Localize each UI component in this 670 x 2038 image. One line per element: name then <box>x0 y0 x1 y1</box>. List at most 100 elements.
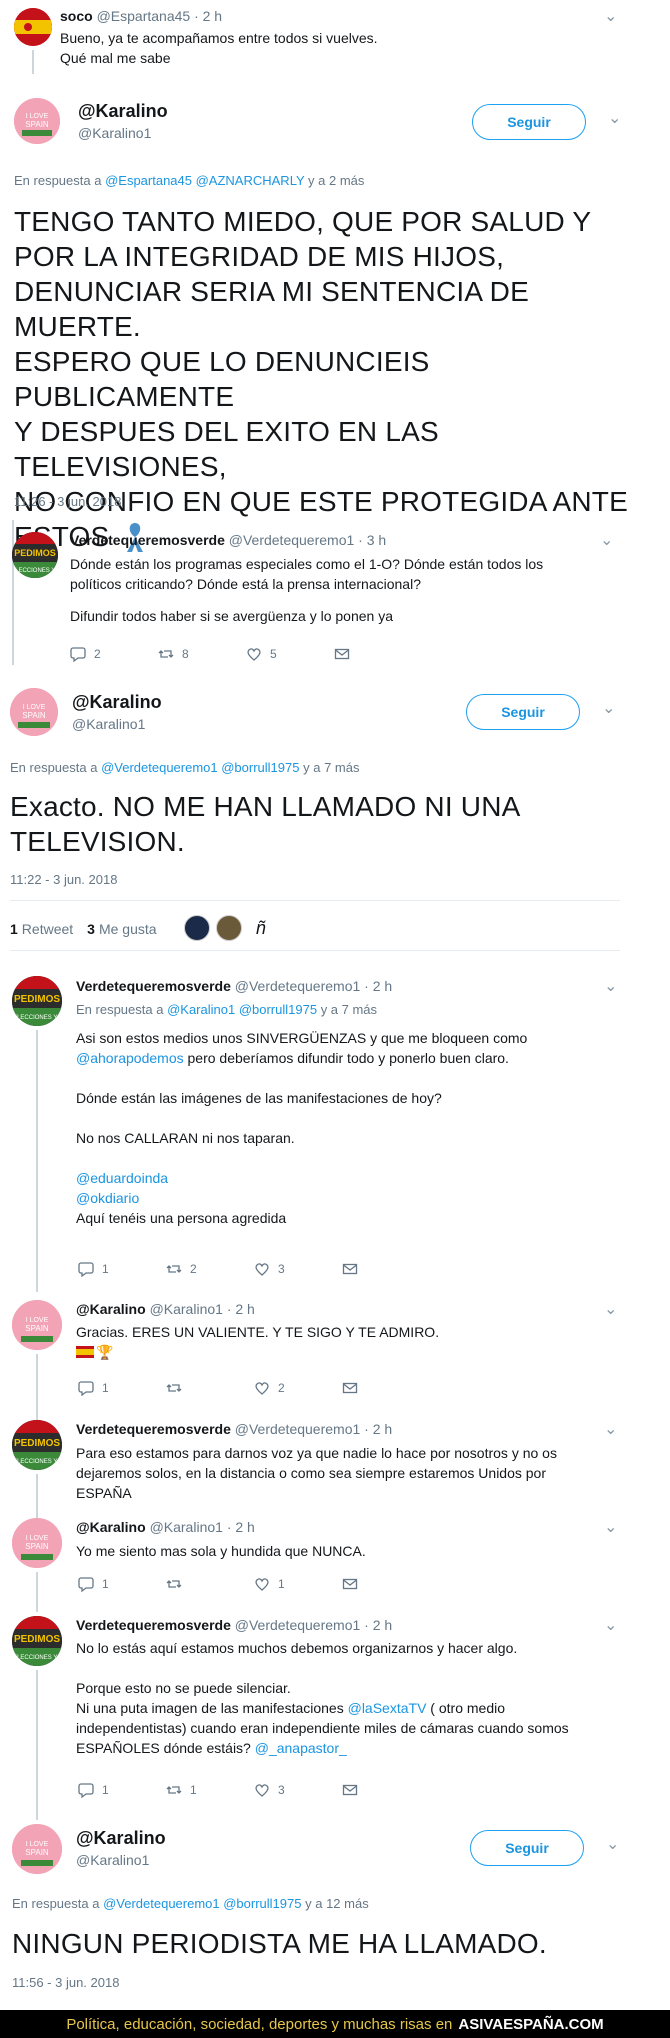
tweet-text-line: Qué mal me sabe <box>60 50 171 66</box>
author-handle[interactable]: @Karalino1 <box>72 716 145 732</box>
tweet-time[interactable]: · 2 h <box>194 8 222 24</box>
chevron-down-icon[interactable]: ⌄ <box>606 1834 619 1854</box>
chevron-down-icon[interactable]: ⌄ <box>604 976 617 996</box>
reply-suffix[interactable]: y a 2 más <box>308 173 364 188</box>
avatar[interactable]: PEDIMOS ELECCIONES YA <box>12 976 62 1026</box>
reply-mentions[interactable]: @Verdetequeremo1 @borrull1975 <box>101 760 299 775</box>
tweet-timestamp[interactable]: 11:56 - 3 jun. 2018 <box>12 1975 119 1990</box>
author-name[interactable]: Verdetequeremosverde <box>70 532 225 548</box>
liker-avatar[interactable] <box>216 915 242 941</box>
avatar[interactable] <box>14 8 52 46</box>
mention-link[interactable]: @eduardoinda <box>76 1168 636 1188</box>
mention-link[interactable]: @_anapastor_ <box>255 1740 347 1756</box>
author-name[interactable]: Verdetequeremosverde <box>76 978 231 994</box>
retweet-button[interactable]: 8 <box>158 646 246 662</box>
reply-suffix[interactable]: y a 7 más <box>321 1002 377 1017</box>
follow-button[interactable]: Seguir <box>472 104 586 140</box>
tweet-timestamp[interactable]: 11:22 - 3 jun. 2018 <box>10 872 117 887</box>
author-name[interactable]: @Karalino <box>76 1828 166 1849</box>
author-handle[interactable]: @Karalino1 <box>150 1301 223 1317</box>
reply-button[interactable]: 2 <box>70 646 158 662</box>
reply-icon <box>78 1262 94 1277</box>
footer-brand[interactable]: ASIVAESPAÑA.COM <box>458 2016 603 2033</box>
author-name[interactable]: @Karalino <box>76 1301 146 1317</box>
reply-suffix[interactable]: y a 7 más <box>303 760 359 775</box>
chevron-down-icon[interactable]: ⌄ <box>604 1419 617 1439</box>
author-handle[interactable]: @Verdetequeremo1 <box>229 532 355 548</box>
avatar[interactable]: I LOVE SPAIN <box>10 688 58 736</box>
author-name[interactable]: @Karalino <box>78 101 168 122</box>
chevron-down-icon[interactable]: ⌄ <box>604 1299 617 1319</box>
avatar[interactable]: I LOVE SPAIN <box>12 1300 62 1350</box>
retweet-button[interactable] <box>166 1576 254 1592</box>
reply-mentions[interactable]: @Espartana45 @AZNARCHARLY <box>105 173 304 188</box>
author-handle[interactable]: @Karalino1 <box>150 1519 223 1535</box>
like-button[interactable]: 3 <box>254 1261 342 1277</box>
reply-button[interactable]: 1 <box>78 1380 166 1396</box>
retweet-button[interactable] <box>166 1380 254 1396</box>
author-name[interactable]: @Karalino <box>76 1519 146 1535</box>
chevron-down-icon[interactable]: ⌄ <box>608 108 621 128</box>
mention-link[interactable]: @okdiario <box>76 1188 636 1208</box>
mention-link[interactable]: @ahorapodemos <box>76 1050 184 1066</box>
author-handle[interactable]: @Karalino1 <box>78 125 151 141</box>
avatar[interactable]: PEDIMOS ELECCIONES YA <box>12 1420 62 1470</box>
message-button[interactable] <box>342 1380 430 1396</box>
author-name[interactable]: Verdetequeremosverde <box>76 1617 231 1633</box>
tweet-time[interactable]: · 2 h <box>364 1421 392 1437</box>
chevron-down-icon[interactable]: ⌄ <box>604 6 617 26</box>
tweet-line: POR LA INTEGRIDAD DE MIS HIJOS, <box>14 241 505 272</box>
svg-text:ELECCIONES YA: ELECCIONES YA <box>12 568 58 574</box>
author-name[interactable]: soco <box>60 8 93 24</box>
author-handle[interactable]: @Verdetequeremo1 <box>235 1617 361 1633</box>
avatar[interactable]: PEDIMOS ELECCIONES YA <box>12 532 58 578</box>
avatar[interactable]: I LOVE SPAIN <box>12 1824 62 1874</box>
avatar[interactable]: I LOVE SPAIN <box>14 98 60 144</box>
author-name[interactable]: Verdetequeremosverde <box>76 1421 231 1437</box>
liker-avatar[interactable] <box>184 915 210 941</box>
like-button[interactable]: 3 <box>254 1782 342 1798</box>
reply-mentions[interactable]: @Verdetequeremo1 @borrull1975 <box>103 1896 301 1911</box>
author-handle[interactable]: @Karalino1 <box>76 1852 149 1868</box>
reply-button[interactable]: 1 <box>78 1261 166 1277</box>
avatar[interactable]: I LOVE SPAIN <box>12 1518 62 1568</box>
like-label[interactable]: Me gusta <box>99 921 157 937</box>
reply-button[interactable]: 1 <box>78 1782 166 1798</box>
like-total[interactable]: 3 <box>87 921 95 937</box>
reply-suffix[interactable]: y a 12 más <box>305 1896 369 1911</box>
reply-mentions[interactable]: @Karalino1 @borrull1975 <box>167 1002 317 1017</box>
chevron-down-icon[interactable]: ⌄ <box>600 530 613 550</box>
tweet-time[interactable]: · 2 h <box>364 1617 392 1633</box>
author-name[interactable]: @Karalino <box>72 692 162 713</box>
retweet-label[interactable]: Retweet <box>22 921 73 937</box>
retweet-total[interactable]: 1 <box>10 921 18 937</box>
tweet-header: Verdetequeremosverde @Verdetequeremo1 · … <box>76 1617 392 1633</box>
reply-button[interactable]: 1 <box>78 1576 166 1592</box>
tweet-timestamp[interactable]: 11:26 - 3 jun. 2018 <box>14 494 121 509</box>
retweet-button[interactable]: 2 <box>166 1261 254 1277</box>
liker-avatar[interactable]: ñ <box>248 915 274 941</box>
author-handle[interactable]: @Espartana45 <box>97 8 191 24</box>
message-button[interactable] <box>342 1782 430 1798</box>
avatar[interactable]: PEDIMOS ELECCIONES YA <box>12 1616 62 1666</box>
like-button[interactable]: 1 <box>254 1576 342 1592</box>
message-button[interactable] <box>342 1576 430 1592</box>
author-handle[interactable]: @Verdetequeremo1 <box>235 978 361 994</box>
retweet-button[interactable]: 1 <box>166 1782 254 1798</box>
tweet-time[interactable]: · 2 h <box>227 1301 255 1317</box>
message-button[interactable] <box>342 1261 430 1277</box>
chevron-down-icon[interactable]: ⌄ <box>604 1615 617 1635</box>
follow-button[interactable]: Seguir <box>470 1830 584 1866</box>
chevron-down-icon[interactable]: ⌄ <box>604 1517 617 1537</box>
author-handle[interactable]: @Verdetequeremo1 <box>235 1421 361 1437</box>
tweet-time[interactable]: · 2 h <box>364 978 392 994</box>
tweet-time[interactable]: · 3 h <box>358 532 386 548</box>
follow-button[interactable]: Seguir <box>466 694 580 730</box>
like-button[interactable]: 2 <box>254 1380 342 1396</box>
chevron-down-icon[interactable]: ⌄ <box>602 698 615 718</box>
message-button[interactable] <box>334 646 422 662</box>
mention-link[interactable]: @laSextaTV <box>348 1700 427 1716</box>
tweet-time[interactable]: · 2 h <box>227 1519 255 1535</box>
like-button[interactable]: 5 <box>246 646 334 662</box>
svg-text:SPAIN: SPAIN <box>25 120 49 129</box>
